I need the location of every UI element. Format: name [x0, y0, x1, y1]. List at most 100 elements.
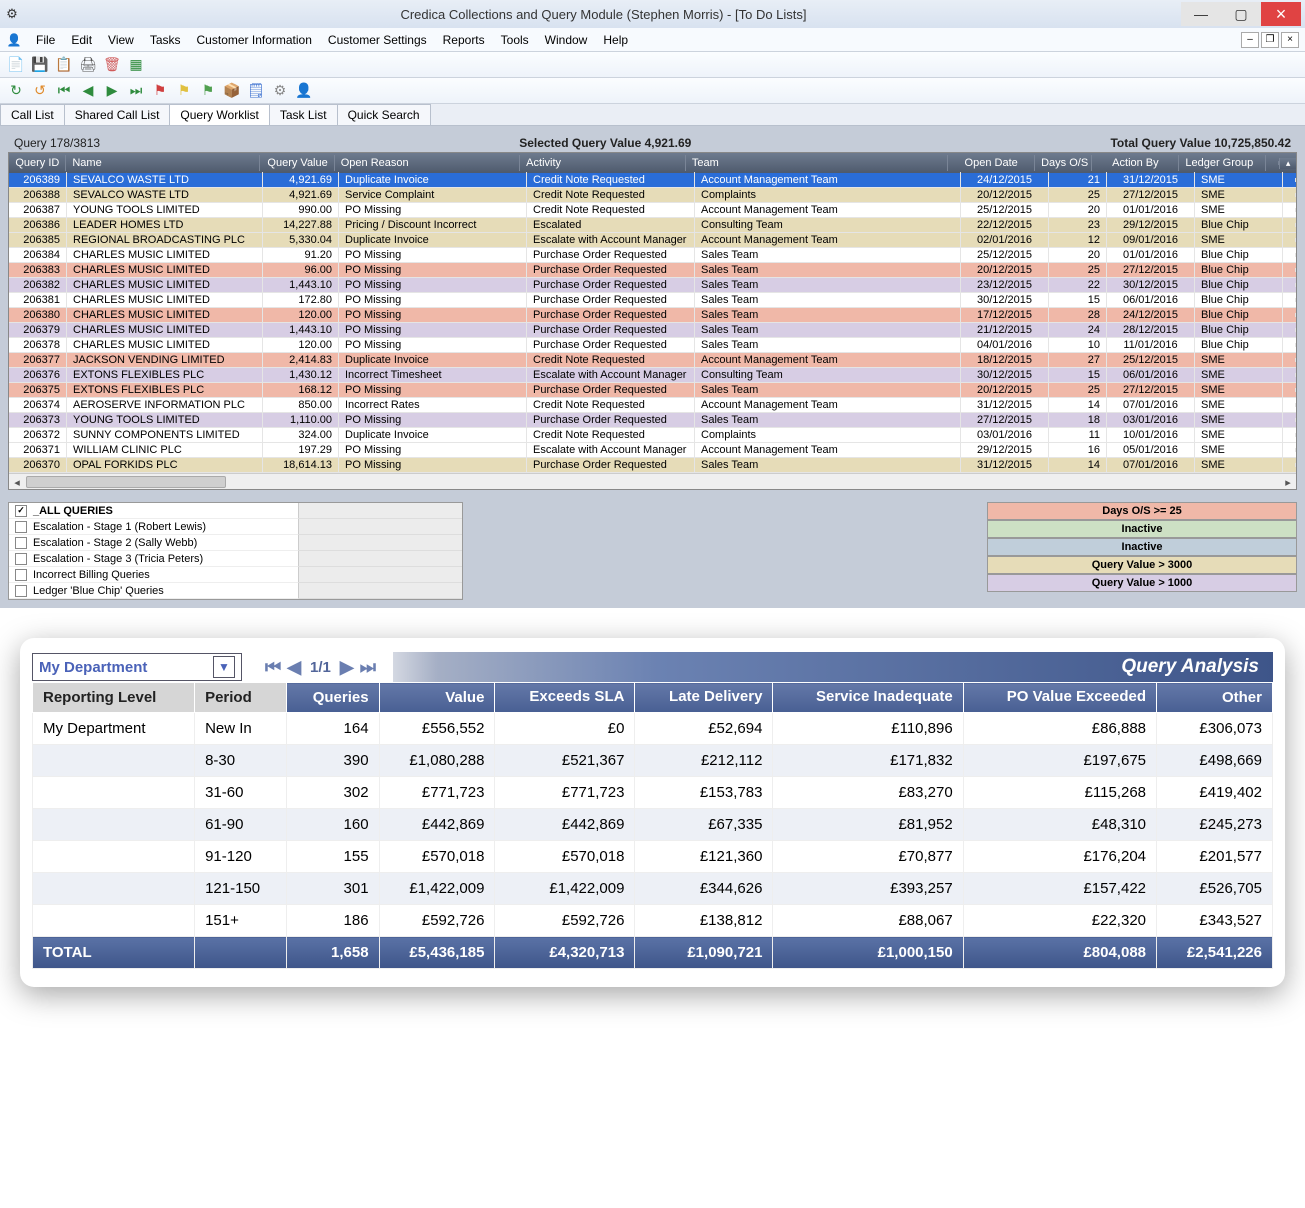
tab-query-worklist[interactable]: Query Worklist	[169, 104, 269, 125]
col-team[interactable]: Team	[686, 155, 948, 171]
pager-last-icon[interactable]: ⏭	[360, 657, 376, 678]
box-icon[interactable]: 📦	[222, 81, 242, 101]
note-icon[interactable]: 🗒	[246, 81, 266, 101]
checkbox-icon[interactable]	[15, 585, 27, 597]
table-row[interactable]: 206371WILLIAM CLINIC PLC197.29PO Missing…	[9, 443, 1296, 458]
mdi-restore-button[interactable]: ❐	[1261, 32, 1279, 48]
table-row[interactable]: 206376EXTONS FLEXIBLES PLC1,430.12Incorr…	[9, 368, 1296, 383]
prev-record-icon[interactable]: ◀	[78, 81, 98, 101]
col-open-date[interactable]: Open Date	[948, 155, 1035, 171]
last-record-icon[interactable]: ⏭	[126, 81, 146, 101]
horizontal-scrollbar[interactable]: ◂ ▸	[9, 473, 1296, 489]
col-name[interactable]: Name	[66, 155, 259, 171]
flag-red-icon[interactable]: ⚑	[150, 81, 170, 101]
scrollbar-thumb[interactable]	[26, 476, 226, 488]
tab-call-list[interactable]: Call List	[0, 104, 65, 125]
flag-green-icon[interactable]: ⚑	[198, 81, 218, 101]
menu-reports[interactable]: Reports	[435, 33, 493, 47]
col-open-reason[interactable]: Open Reason	[335, 155, 520, 171]
table-row[interactable]: 206381CHARLES MUSIC LIMITED172.80PO Miss…	[9, 293, 1296, 308]
copy-icon[interactable]: 📋	[54, 55, 74, 75]
query-grid[interactable]: Query ID Name Query Value Open Reason Ac…	[8, 152, 1297, 490]
table-row[interactable]: 206377JACKSON VENDING LIMITED2,414.83Dup…	[9, 353, 1296, 368]
checkbox-icon[interactable]	[15, 537, 27, 549]
table-row[interactable]: 206374AEROSERVE INFORMATION PLC850.00Inc…	[9, 398, 1296, 413]
table-row[interactable]: 206373YOUNG TOOLS LIMITED1,110.00PO Miss…	[9, 413, 1296, 428]
menu-tools[interactable]: Tools	[493, 33, 537, 47]
gear-icon[interactable]: ⚙	[270, 81, 290, 101]
table-row[interactable]: 206370OPAL FORKIDS PLC18,614.13PO Missin…	[9, 458, 1296, 473]
filter-item[interactable]: Escalation - Stage 1 (Robert Lewis)	[9, 519, 299, 535]
col-query-value[interactable]: Query Value	[260, 155, 335, 171]
pager-next-icon[interactable]: ▶	[340, 657, 354, 678]
tab-quick-search[interactable]: Quick Search	[337, 104, 431, 125]
rcol-exceeds-sla[interactable]: Exceeds SLA	[495, 683, 635, 713]
table-row[interactable]: 206386LEADER HOMES LTD14,227.88Pricing /…	[9, 218, 1296, 233]
rcol-queries[interactable]: Queries	[286, 683, 379, 713]
close-button[interactable]: ×	[1261, 2, 1301, 26]
menu-view[interactable]: View	[100, 33, 142, 47]
col-ledger-group[interactable]: Ledger Group	[1179, 155, 1266, 171]
col-activity[interactable]: Activity	[520, 155, 686, 171]
refresh-icon[interactable]: ↻	[6, 81, 26, 101]
scroll-up-icon[interactable]: ▴	[1279, 158, 1296, 169]
rcol-po-value-exceeded[interactable]: PO Value Exceeded	[963, 683, 1156, 713]
table-row[interactable]: 206384CHARLES MUSIC LIMITED91.20PO Missi…	[9, 248, 1296, 263]
table-row[interactable]: 206388SEVALCO WASTE LTD4,921.69Service C…	[9, 188, 1296, 203]
flag-yellow-icon[interactable]: ⚑	[174, 81, 194, 101]
next-record-icon[interactable]: ▶	[102, 81, 122, 101]
table-row[interactable]: 206372SUNNY COMPONENTS LIMITED324.00Dupl…	[9, 428, 1296, 443]
minimize-button[interactable]: —	[1181, 2, 1221, 26]
menu-window[interactable]: Window	[537, 33, 596, 47]
pager-prev-icon[interactable]: ◀	[287, 657, 301, 678]
rcol-other[interactable]: Other	[1157, 683, 1273, 713]
table-row[interactable]: 206375EXTONS FLEXIBLES PLC168.12PO Missi…	[9, 383, 1296, 398]
checkbox-icon[interactable]	[15, 569, 27, 581]
col-query-id[interactable]: Query ID	[9, 155, 66, 171]
rcol-value[interactable]: Value	[379, 683, 495, 713]
table-row[interactable]: 206378CHARLES MUSIC LIMITED120.00PO Miss…	[9, 338, 1296, 353]
menu-tasks[interactable]: Tasks	[142, 33, 189, 47]
rcol-late-delivery[interactable]: Late Delivery	[635, 683, 773, 713]
table-row[interactable]: 206382CHARLES MUSIC LIMITED1,443.10PO Mi…	[9, 278, 1296, 293]
first-record-icon[interactable]: ⏮	[54, 81, 74, 101]
col-action-by[interactable]: Action By	[1092, 155, 1179, 171]
scroll-right-icon[interactable]: ▸	[1280, 474, 1296, 490]
col-days-os[interactable]: Days O/S	[1035, 155, 1092, 171]
maximize-button[interactable]: ▢	[1221, 2, 1261, 26]
rcol-service-inadequate[interactable]: Service Inadequate	[773, 683, 963, 713]
table-row[interactable]: 206380CHARLES MUSIC LIMITED120.00PO Miss…	[9, 308, 1296, 323]
scroll-left-icon[interactable]: ◂	[9, 474, 25, 490]
rcol-period[interactable]: Period	[195, 683, 287, 713]
menu-customer-information[interactable]: Customer Information	[189, 33, 320, 47]
filter-item[interactable]: Incorrect Billing Queries	[9, 567, 299, 583]
table-row[interactable]: 206387YOUNG TOOLS LIMITED990.00PO Missin…	[9, 203, 1296, 218]
filter-item[interactable]: ✓_ALL QUERIES	[9, 503, 299, 519]
trash-icon[interactable]: 🗑	[102, 55, 122, 75]
menu-customer-settings[interactable]: Customer Settings	[320, 33, 435, 47]
pager-first-icon[interactable]: ⏮	[265, 657, 281, 678]
menu-file[interactable]: File	[28, 33, 63, 47]
export-excel-icon[interactable]: ▦	[126, 55, 146, 75]
report-level-dropdown[interactable]: My Department ▼	[32, 653, 242, 681]
refresh-all-icon[interactable]: ↺	[30, 81, 50, 101]
tab-task-list[interactable]: Task List	[269, 104, 338, 125]
checkbox-icon[interactable]: ✓	[15, 505, 27, 517]
table-row[interactable]: 206385REGIONAL BROADCASTING PLC5,330.04D…	[9, 233, 1296, 248]
filter-item[interactable]: Escalation - Stage 2 (Sally Webb)	[9, 535, 299, 551]
checkbox-icon[interactable]	[15, 521, 27, 533]
menu-help[interactable]: Help	[595, 33, 636, 47]
tab-shared-call-list[interactable]: Shared Call List	[64, 104, 171, 125]
table-row[interactable]: 206383CHARLES MUSIC LIMITED96.00PO Missi…	[9, 263, 1296, 278]
save-icon[interactable]: 💾	[30, 55, 50, 75]
table-row[interactable]: 206389SEVALCO WASTE LTD4,921.69Duplicate…	[9, 173, 1296, 188]
mdi-minimize-button[interactable]: –	[1241, 32, 1259, 48]
user-assign-icon[interactable]: 👤	[294, 81, 314, 101]
filter-item[interactable]: Escalation - Stage 3 (Tricia Peters)	[9, 551, 299, 567]
rcol-reporting-level[interactable]: Reporting Level	[33, 683, 195, 713]
print-icon[interactable]: 🖨	[78, 55, 98, 75]
chevron-down-icon[interactable]: ▼	[213, 656, 235, 678]
new-record-icon[interactable]: 📄	[6, 55, 26, 75]
checkbox-icon[interactable]	[15, 553, 27, 565]
mdi-close-button[interactable]: ×	[1281, 32, 1299, 48]
